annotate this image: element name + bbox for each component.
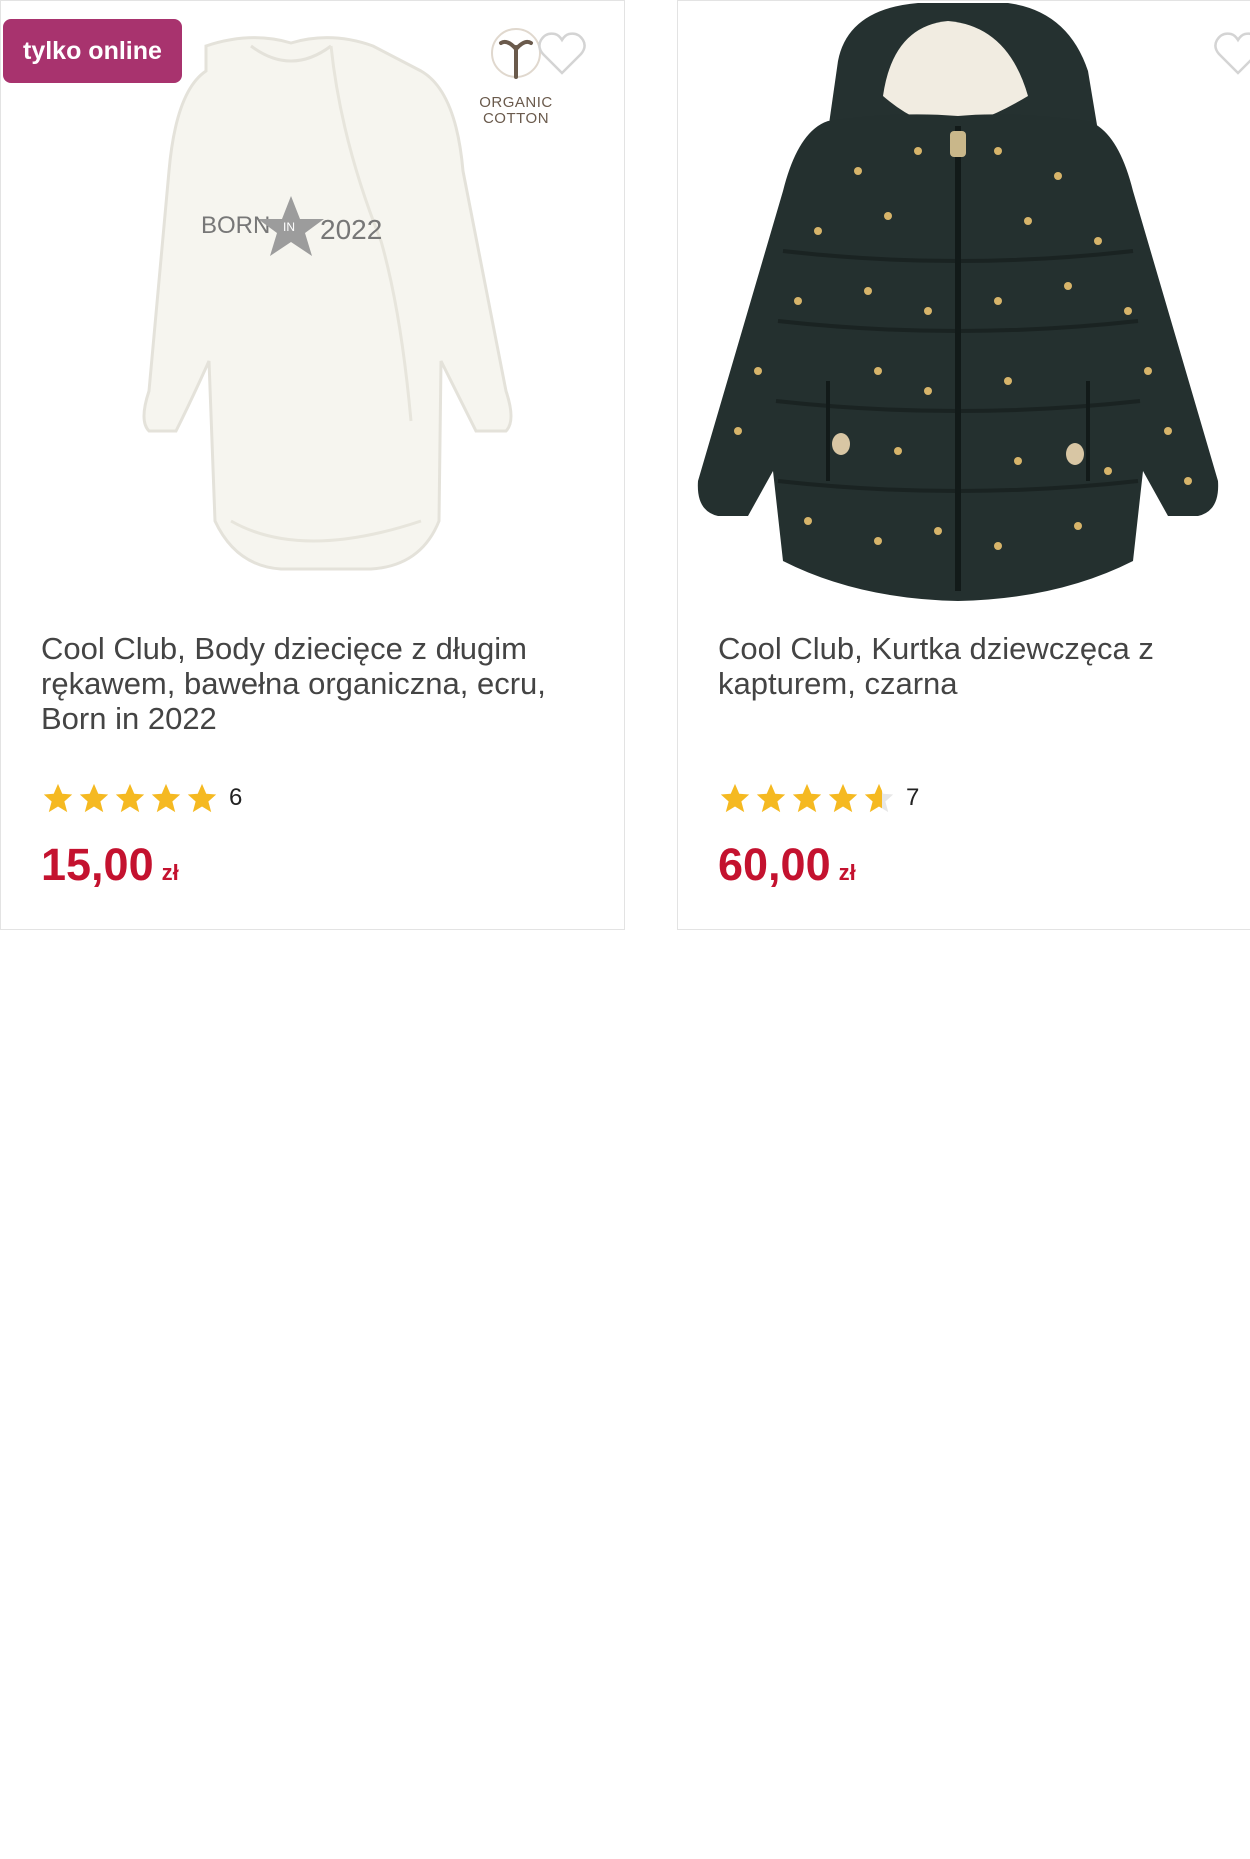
print-year: 2022 [320, 214, 382, 245]
product-price: 15,00 zł [41, 839, 179, 891]
price-amount: 60,00 [718, 839, 831, 890]
product-title[interactable]: Cool Club, Body dziecięce z długim rękaw… [41, 631, 591, 736]
star-icon [187, 783, 217, 813]
print-in: IN [283, 220, 295, 234]
rating-count: 7 [906, 784, 920, 811]
cotton-label: COTTON [482, 110, 550, 127]
jacket-image [697, 3, 1219, 601]
star-icon [151, 783, 181, 813]
online-only-badge: tylko online [3, 19, 182, 83]
heart-outline-icon[interactable] [537, 31, 587, 77]
product-image[interactable] [678, 1, 1250, 611]
star-half-icon [864, 783, 894, 813]
star-icon [115, 783, 145, 813]
print-born: BORN [201, 212, 270, 239]
price-currency: zł [838, 860, 856, 885]
product-price: 60,00 zł [718, 839, 856, 891]
product-title[interactable]: Cool Club, Kurtka dziewczęca z kapturem,… [718, 631, 1238, 701]
price-amount: 15,00 [41, 839, 154, 890]
product-card[interactable]: Cool Club, Kurtka dziewczęca z kapturem,… [677, 0, 1250, 930]
rating-stars: 7 [718, 781, 919, 815]
star-icon [720, 783, 750, 813]
rating-count: 6 [229, 784, 243, 811]
star-icon [756, 783, 786, 813]
star-icon [43, 783, 73, 813]
price-currency: zł [161, 860, 179, 885]
star-icon [792, 783, 822, 813]
star-icon [828, 783, 858, 813]
tree-icon [491, 28, 541, 79]
star-icon [79, 783, 109, 813]
heart-outline-icon[interactable] [1213, 31, 1250, 77]
organic-label: ORGANIC [479, 94, 553, 111]
product-card[interactable]: BORN 2022 IN tylko online ORGANIC COTTON… [0, 0, 625, 930]
rating-stars: 6 [41, 781, 242, 815]
